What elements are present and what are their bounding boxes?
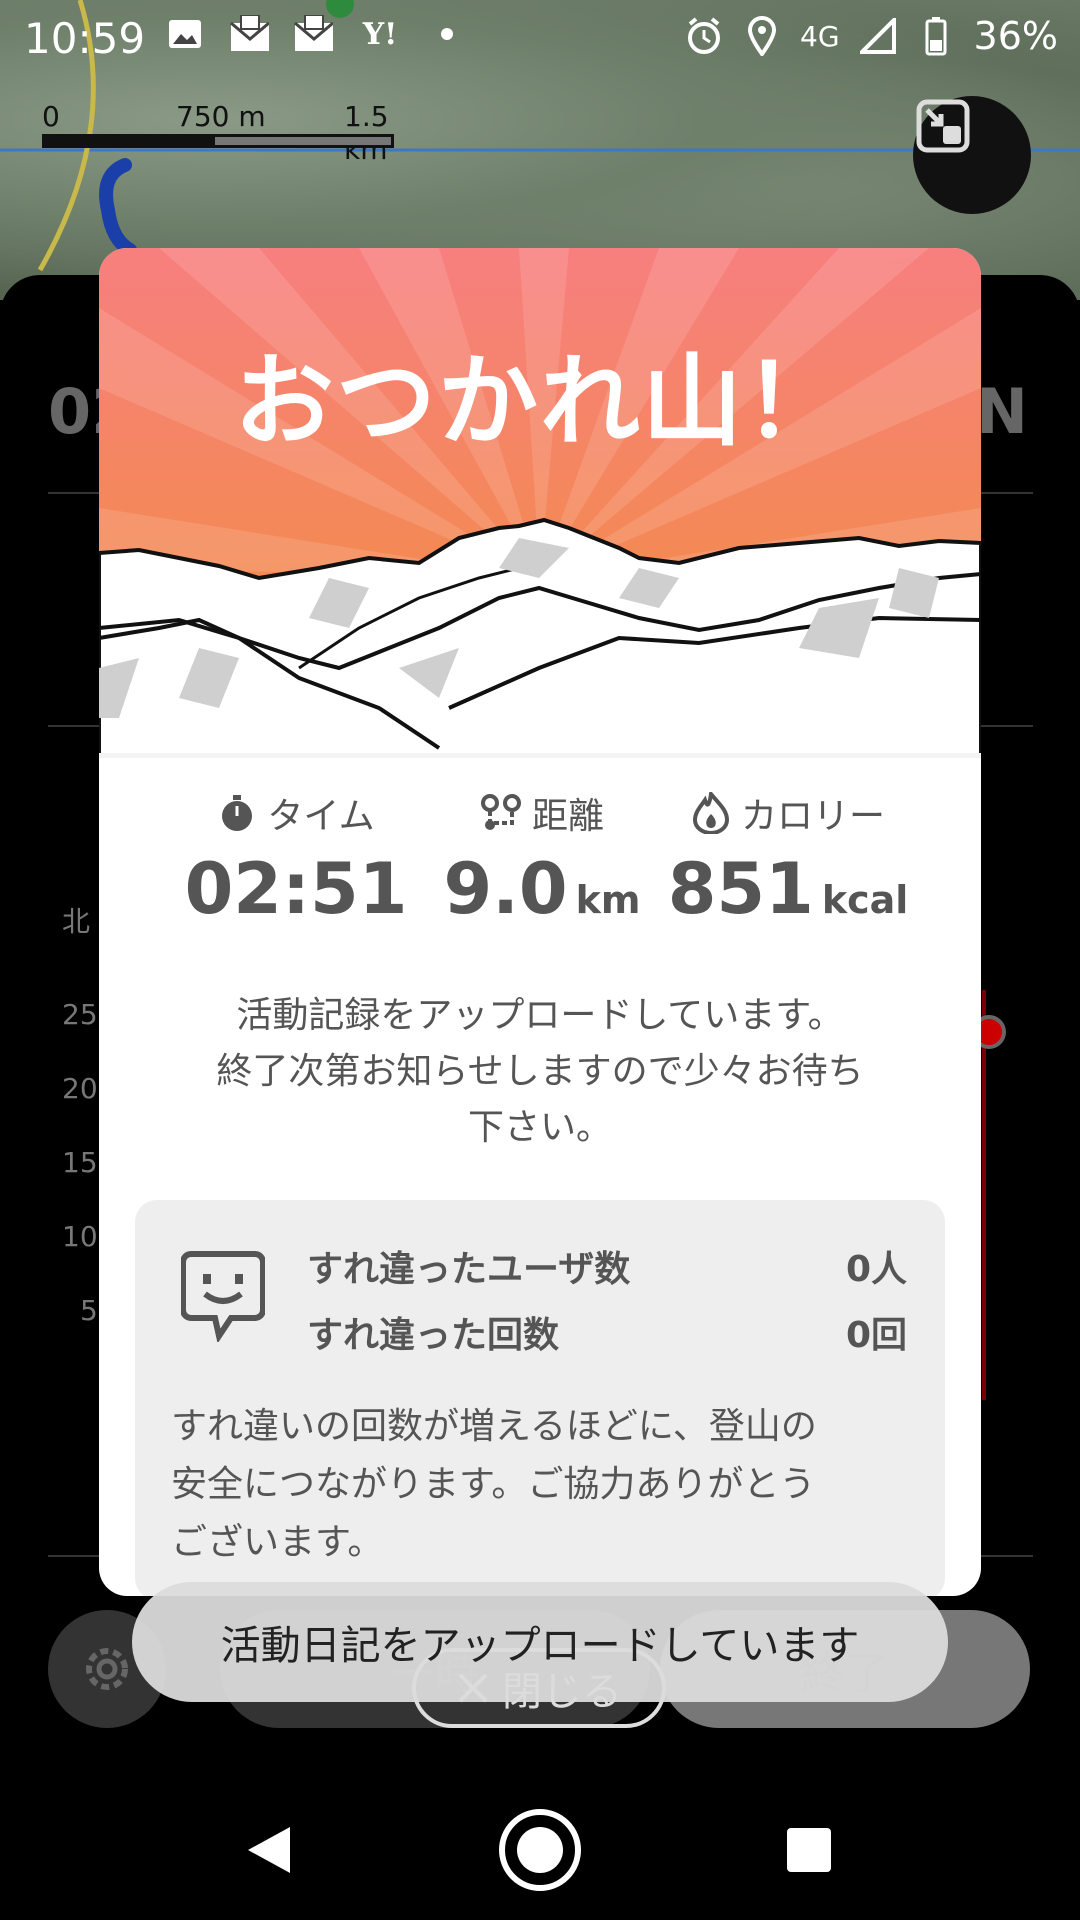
passing-info-box: すれ違ったユーザ数 0人 すれ違った回数 0回 すれ違いの回数が増えるほどに、登… [135,1200,945,1596]
passing-note-line: すれ違いの回数が増えるほどに、登山の [171,1406,817,1447]
bg-axis-tick: 25 [62,998,98,1031]
passed-users-label: すれ違ったユーザ数 [307,1249,631,1290]
toast-text: 活動日記をアップロードしています [220,1623,860,1669]
bg-elevation-line [982,990,986,1400]
upload-toast: 活動日記をアップロードしています [132,1582,948,1702]
network-type: 4G [800,19,840,53]
stat-distance-value: 9.0 [443,848,568,930]
summit-complete-dialog: おつかれ山！ タイム 02:51 距離 9.0 km カロリー 851 kcal… [99,248,981,1596]
upload-message-line: 活動記録をアップロードしています。 [236,995,844,1036]
minimize-map-icon [916,99,970,153]
stat-distance-label: 距離 [531,796,604,837]
upload-message: 活動記録をアップロードしています。 終了次第お知らせしますので少々お待ち 下さい… [129,988,951,1156]
passed-count-value: 0回 [845,1315,907,1356]
back-icon [248,1827,290,1873]
battery-icon [916,16,956,56]
stat-time-label: タイム [267,796,375,837]
alarm-icon [684,16,724,56]
nav-recents-button[interactable] [764,1805,854,1895]
home-icon [499,1809,581,1891]
yahoo-mail-icon-2 [293,14,333,54]
passed-count-label: すれ違った回数 [307,1315,560,1356]
chat-face-icon [181,1251,265,1342]
passing-note: すれ違いの回数が増えるほどに、登山の 安全につながります。ご協力ありがとう ござ… [171,1398,911,1572]
gear-icon [86,1648,128,1690]
passed-count-row: すれ違った回数 0回 [307,1306,907,1358]
signal-icon [858,16,898,56]
yahoo-icon: Y! [362,16,398,52]
stat-calories: カロリー 851 kcal [641,788,935,930]
passing-note-line: 安全につながります。ご協力ありがとう [171,1464,816,1505]
scale-label-750: 750 m [176,100,266,133]
activity-stats: タイム 02:51 距離 9.0 km カロリー 851 kcal [99,788,981,948]
stat-distance-unit: km [575,878,641,922]
stat-calories-unit: kcal [821,878,909,922]
image-icon [165,14,205,54]
route-icon [480,794,521,830]
location-icon [742,16,782,56]
upload-message-line: 下さい。 [467,1107,612,1148]
dot-icon [427,14,467,54]
upload-message-line: 終了次第お知らせしますので少々お待ち [216,1051,864,1092]
status-bar: 10:59 Y! 4G 36% [0,0,1080,76]
nav-home-button[interactable] [495,1805,585,1895]
bg-axis-tick: 20 [62,1072,98,1105]
stopwatch-icon [222,795,253,831]
system-nav-bar [0,1770,1080,1920]
passed-users-row: すれ違ったユーザ数 0人 [307,1240,907,1292]
stat-calories-label: カロリー [740,796,885,837]
bg-axis-label: 北 [62,905,91,938]
scale-label-0: 0 [42,100,60,133]
stat-time-value: 02:51 [184,848,408,930]
stat-calories-value: 851 [667,848,814,930]
passing-note-line: ございます。 [171,1522,384,1563]
bg-axis-tick: 5 [80,1294,98,1327]
bg-compass-n: N [976,375,1028,448]
nav-back-button[interactable] [224,1805,314,1895]
hero-banner: おつかれ山！ [99,248,981,760]
bg-axis-tick: 10 [62,1220,98,1253]
bg-axis-tick: 15 [62,1146,98,1179]
passed-users-value: 0人 [845,1249,907,1290]
scale-label-1500: 1.5 km [344,100,389,166]
dialog-title: おつかれ山！ [234,343,846,460]
battery-percent: 36% [973,14,1058,58]
map-scale: 0 750 m 1.5 km [42,100,394,166]
flame-icon [692,792,729,834]
recents-icon [787,1828,831,1872]
map-fullscreen-button[interactable] [913,96,1031,214]
yahoo-mail-icon [229,14,269,54]
status-time: 10:59 [24,14,146,63]
